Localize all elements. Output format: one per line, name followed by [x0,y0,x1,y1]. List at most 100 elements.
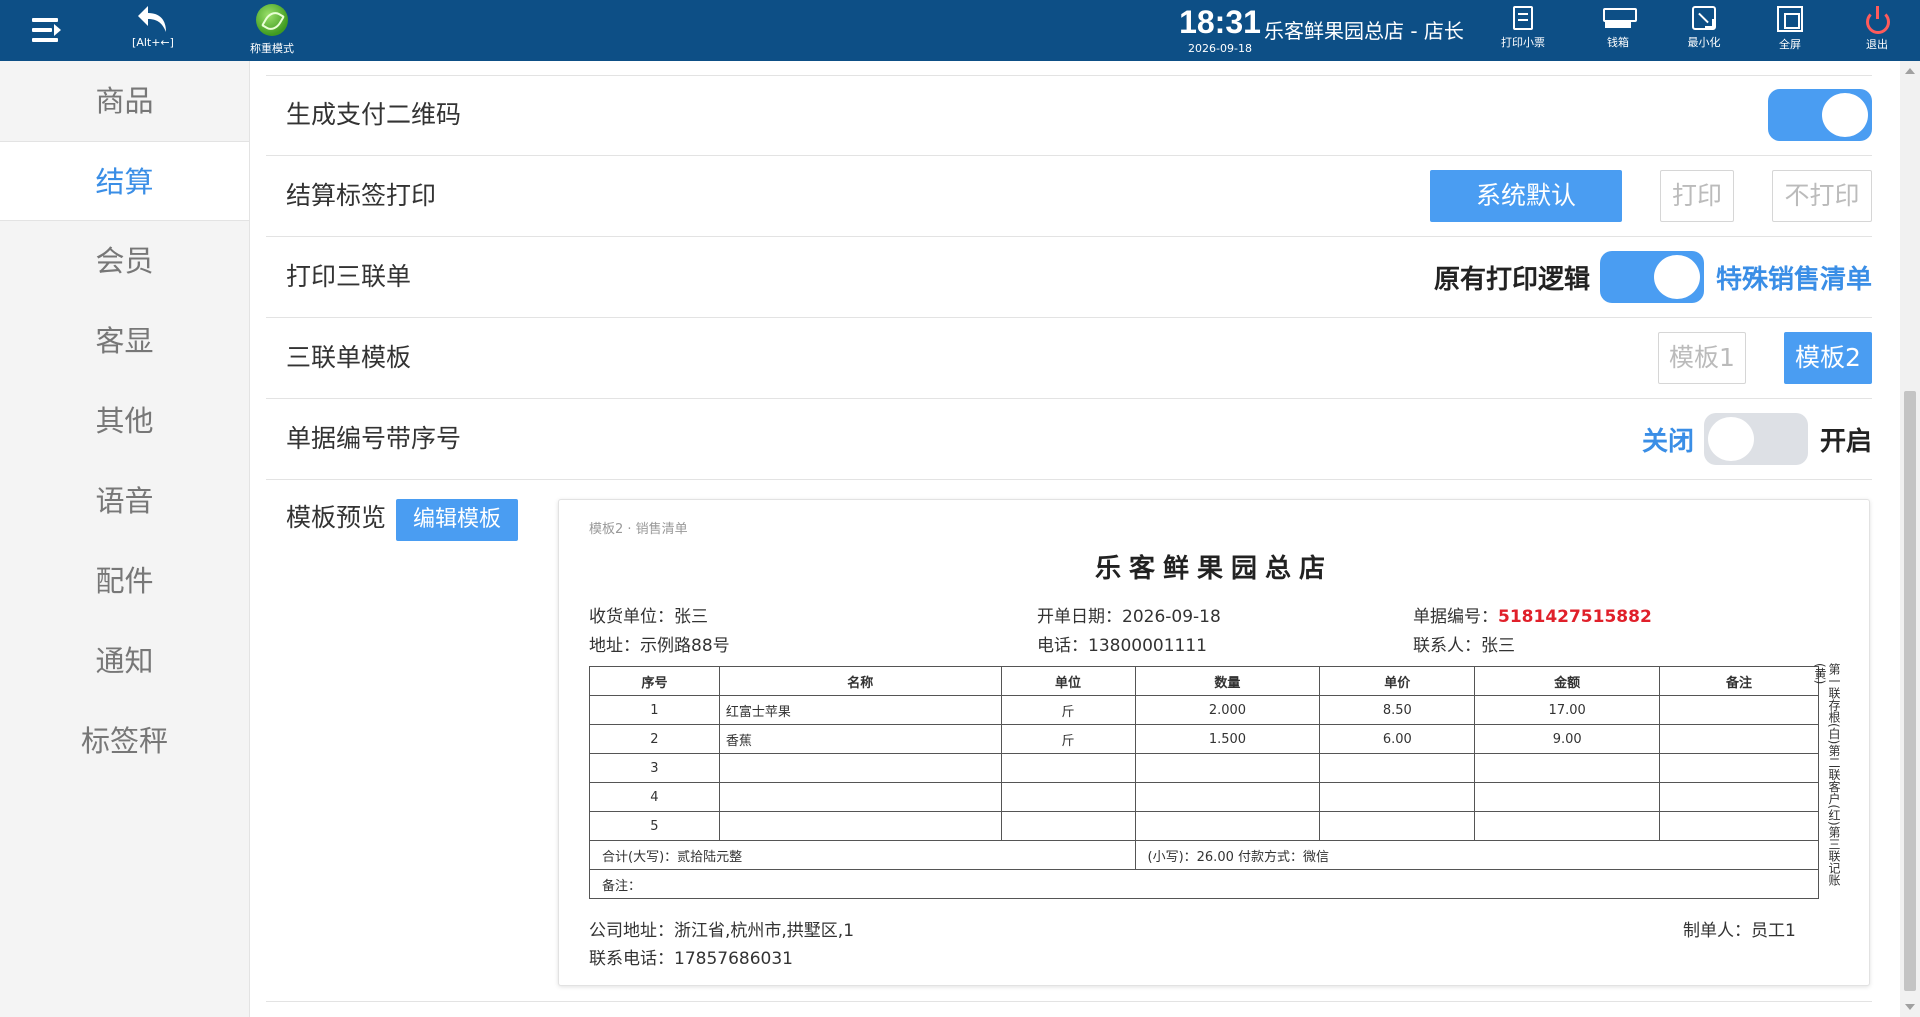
minimize-icon [1692,6,1716,30]
serial-setting-label: 单据编号带序号 [286,424,462,453]
table-row: 2 香蕉 斤 1.500 6.00 9.00 [589,724,1819,754]
scale-mode-button[interactable]: 称重模式 [232,4,312,60]
receipt-open-date: 开单日期：2026-09-18 [1037,607,1221,627]
company-address: 公司地址：浙江省,杭州市,拱墅区,1 [589,921,855,941]
cell-no: 3 [589,753,720,783]
cell-note [1659,782,1819,812]
power-icon [1864,6,1890,34]
table-row: 1 红富士苹果 斤 2.000 8.50 17.00 [589,695,1819,725]
table-row: 4 [589,782,1819,812]
toggle-knob [1822,93,1868,137]
table-header-row: 序号 名称 单位 数量 单价 金额 备注 [589,666,1819,696]
scrollbar[interactable] [1900,61,1920,1017]
label-print-setting-label: 结算标签打印 [286,181,437,210]
fullscreen-label: 全屏 [1779,38,1801,51]
cash-drawer-button[interactable]: 钱箱 [1583,6,1653,56]
sidebar: 商品 结算 会员 客显 其他 语音 配件 通知 标签秤 [0,61,250,1017]
receipt-address: 地址：示例路88号 [589,636,730,656]
cell-no: 4 [589,782,720,812]
column-header: 序号 [589,666,720,696]
column-header: 名称 [718,666,1002,696]
sidebar-item-checkout[interactable]: 结算 [0,141,249,221]
sidebar-item-notification[interactable]: 通知 [0,621,249,701]
setting-row-qr: 生成支付二维码 [266,75,1872,156]
cell-unit [1000,782,1136,812]
exit-button[interactable]: 退出 [1842,6,1912,56]
company-phone: 联系电话：17857686031 [589,949,793,969]
print-receipt-label: 打印小票 [1501,36,1545,49]
doc-no-label: 单据编号： [1413,607,1498,627]
receipt-doc-no: 单据编号：5181427515882 [1413,602,1652,627]
cell-no: 2 [589,724,720,754]
clock-date: 2026-09-18 [1188,42,1252,55]
edit-template-button[interactable]: 编辑模板 [396,499,518,541]
cell-name: 红富士苹果 [718,695,1002,725]
setting-row-template: 三联单模板 模板1 模板2 [266,318,1872,399]
scrollbar-thumb[interactable] [1904,391,1916,991]
cell-unit [1000,811,1136,841]
original-logic-label: 原有打印逻辑 [1433,264,1590,295]
template-1-button[interactable]: 模板1 [1658,332,1746,384]
cell-price [1319,782,1476,812]
system-default-button[interactable]: 系统默认 [1430,170,1622,222]
cell-name [718,811,1002,841]
sidebar-item-member[interactable]: 会员 [0,221,249,301]
cell-unit [1000,753,1136,783]
back-shortcut-label: [Alt+←] [132,36,174,49]
column-header: 单位 [1000,666,1136,696]
serial-on-label: 开启 [1819,426,1872,457]
receipt-title: 乐客鲜果园总店 [1094,554,1333,584]
scroll-up-icon[interactable] [1905,68,1915,74]
preview-label: 模板预览 [286,503,387,532]
table-remark-row: 备注： [589,869,1819,899]
setting-row-triplicate: 打印三联单 原有打印逻辑 特殊销售清单 [266,237,1872,318]
qr-toggle[interactable] [1768,89,1872,141]
table-row: 3 [589,753,1819,783]
serial-toggle[interactable] [1703,413,1808,465]
cell-amount: 9.00 [1474,724,1661,754]
scale-mode-label: 称重模式 [250,42,294,55]
cell-amount [1474,782,1661,812]
column-header: 数量 [1134,666,1321,696]
scroll-down-icon[interactable] [1905,1004,1915,1010]
setting-row-serial: 单据编号带序号 关闭 开启 [266,399,1872,480]
receipt-phone: 电话：13800001111 [1037,636,1207,656]
no-print-button[interactable]: 不打印 [1772,170,1872,222]
print-button[interactable]: 打印 [1660,170,1734,222]
cell-amount [1474,753,1661,783]
sidebar-item-voice[interactable]: 语音 [0,461,249,541]
cell-note [1659,695,1819,725]
triplicate-setting-label: 打印三联单 [286,262,412,291]
print-receipt-button[interactable]: 打印小票 [1488,6,1558,56]
undo-arrow-icon [138,6,166,32]
cash-drawer-icon [1603,6,1637,30]
sidebar-item-label-scale[interactable]: 标签秤 [0,701,249,781]
back-button[interactable]: [Alt+←] [122,4,184,56]
sidebar-item-goods[interactable]: 商品 [0,61,249,141]
minimize-label: 最小化 [1687,36,1721,49]
triplicate-toggle[interactable] [1599,251,1704,303]
cell-unit: 斤 [1000,695,1136,725]
minimize-button[interactable]: 最小化 [1669,6,1739,56]
scale-mode-icon [256,4,288,36]
setting-row-label-print: 结算标签打印 系统默认 打印 不打印 [266,156,1872,237]
cell-qty: 1.500 [1134,724,1321,754]
receipt-table: 序号 名称 单位 数量 单价 金额 备注 1 红富士苹果 斤 2.000 8.5… [589,666,1819,899]
cell-note [1659,811,1819,841]
cell-qty [1134,782,1321,812]
fullscreen-button[interactable]: 全屏 [1755,6,1825,56]
cell-amount [1474,811,1661,841]
sidebar-item-accessories[interactable]: 配件 [0,541,249,621]
sidebar-item-other[interactable]: 其他 [0,381,249,461]
qr-setting-label: 生成支付二维码 [286,100,462,129]
sidebar-item-customer-display[interactable]: 客显 [0,301,249,381]
receipt-maker: 制单人：员工1 [1683,921,1796,941]
menu-icon[interactable] [32,16,62,44]
serial-off-label: 关闭 [1641,426,1694,457]
cell-no: 5 [589,811,720,841]
cell-note [1659,724,1819,754]
cell-note [1659,753,1819,783]
template-2-button[interactable]: 模板2 [1784,332,1872,384]
cell-no: 1 [589,695,720,725]
cell-name: 香蕉 [718,724,1002,754]
